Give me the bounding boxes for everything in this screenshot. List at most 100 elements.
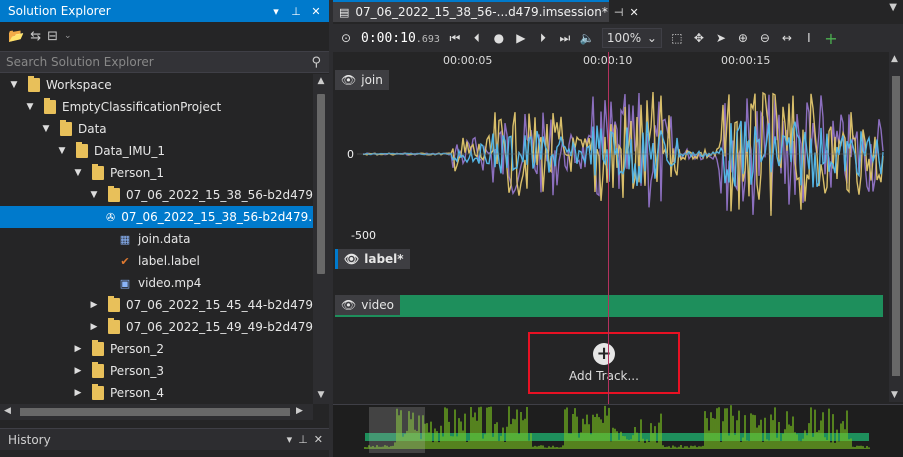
tree-item[interactable]: ▼ 07_06_2022_15_38_56-b2d479 (0, 184, 313, 206)
fit-height-icon[interactable]: I (802, 31, 816, 45)
eye-icon[interactable]: 👁 (341, 73, 356, 87)
close-icon[interactable]: ✕ (309, 5, 323, 18)
close-icon[interactable]: ✕ (314, 433, 323, 446)
tree-item[interactable]: ▶ 07_06_2022_15_49_49-b2d479 (0, 316, 313, 338)
toolbar-overflow-icon[interactable]: ⌄ (64, 31, 72, 41)
track-name: video (361, 298, 395, 312)
chevron-down-icon[interactable]: ▼ (40, 124, 52, 134)
eye-icon[interactable]: 👁 (344, 252, 359, 266)
search-box[interactable]: Search Solution Explorer ⚲ (0, 51, 329, 73)
chevron-down-icon[interactable]: ▼ (8, 80, 20, 90)
track-header-label[interactable]: 👁 label* (338, 249, 410, 269)
tree-item-label: Data_IMU_1 (94, 144, 165, 158)
chevron-right-icon[interactable]: ▶ (88, 322, 100, 332)
scroll-thumb[interactable] (20, 408, 290, 416)
play-icon[interactable]: ▶ (514, 31, 528, 45)
chevron-right-icon[interactable]: ▶ (72, 366, 84, 376)
tree-item[interactable]: ▶ Person_3 (0, 360, 313, 382)
video-track-bar[interactable] (335, 295, 883, 317)
stop-icon[interactable]: ● (492, 31, 506, 45)
app-window: Solution Explorer ▾ ⊥ ✕ 📂 ⇆ ⊟ ⌄ Search S… (0, 0, 903, 457)
zoom-select[interactable]: 100% ⌄ (601, 28, 662, 48)
scroll-down-icon[interactable]: ▼ (313, 390, 329, 400)
solution-explorer-title: Solution Explorer (8, 4, 111, 18)
zoom-in-icon[interactable]: ⊕ (736, 31, 750, 45)
history-titlebar: History ▾ ⊥ ✕ (0, 428, 329, 450)
tab-session[interactable]: ▤ 07_06_2022_15_38_56-...d479.imsession*… (333, 0, 639, 22)
tracks-area[interactable]: 👁 join 0 -500 👁 label* 👁 video + Add Tra… (333, 70, 889, 400)
step-forward-icon[interactable]: ⏵ (536, 31, 550, 46)
scroll-left-icon[interactable]: ◀ (4, 406, 11, 416)
tab-list-dropdown-icon[interactable]: ▼ (889, 2, 897, 13)
track-header-join[interactable]: 👁 join (335, 70, 389, 90)
close-icon[interactable]: ✕ (629, 6, 638, 19)
chevron-right-icon[interactable]: ▶ (88, 300, 100, 310)
tree-item[interactable]: ▣ video.mp4 (0, 272, 313, 294)
tree-item[interactable]: ▼ EmptyClassificationProject (0, 96, 313, 118)
tree-item[interactable]: ▼ Workspace (0, 74, 313, 96)
tree-item[interactable]: ▼ Data_IMU_1 (0, 140, 313, 162)
tree-item[interactable]: ▶ Person_2 (0, 338, 313, 360)
tree-item[interactable]: ▼ Data (0, 118, 313, 140)
search-input[interactable]: Search Solution Explorer (6, 55, 154, 69)
scroll-down-icon[interactable]: ▼ (891, 390, 898, 400)
label-track[interactable] (335, 249, 883, 269)
overview-viewport[interactable] (369, 407, 425, 453)
timeline-overview[interactable] (333, 404, 903, 457)
join-signal-plot (357, 91, 884, 216)
timeline-ruler[interactable]: 00:00:05 00:00:10 00:00:15 (333, 52, 889, 70)
pin-icon[interactable]: ⊥ (289, 5, 303, 18)
skip-back-icon[interactable]: ⏮ (448, 31, 462, 46)
chevron-right-icon[interactable]: ▶ (72, 388, 84, 398)
pin-icon[interactable]: ⊣ (614, 6, 624, 19)
volume-icon[interactable]: 🔈 (580, 31, 595, 45)
tab-title: 07_06_2022_15_38_56-...d479.imsession* (355, 5, 608, 19)
solution-explorer-titlebar: Solution Explorer ▾ ⊥ ✕ (0, 0, 329, 22)
chevron-down-icon[interactable]: ▼ (56, 146, 68, 156)
tree-item[interactable]: ✇ 07_06_2022_15_38_56-b2d479.imsession (0, 206, 313, 228)
dropdown-icon[interactable]: ▾ (269, 5, 283, 18)
tracks-vertical-scrollbar[interactable]: ▲ ▼ (889, 52, 903, 402)
chevron-down-icon[interactable]: ▼ (24, 102, 36, 112)
tree-item[interactable]: ▶ 07_06_2022_15_45_44-b2d479 (0, 294, 313, 316)
move-icon[interactable]: ✥ (692, 31, 706, 45)
y-zero-label: 0 (347, 148, 354, 161)
folder-icon (28, 76, 40, 92)
collapse-all-icon[interactable]: ⊟ (47, 29, 58, 44)
label-file-icon: ✔ (120, 254, 130, 268)
open-folder-icon[interactable]: 📂 (8, 29, 24, 44)
playhead-cursor[interactable] (608, 52, 609, 452)
tree-item[interactable]: ▼ Person_1 (0, 162, 313, 184)
scroll-right-icon[interactable]: ▶ (296, 406, 303, 416)
track-header-video[interactable]: 👁 video (335, 295, 401, 315)
skip-forward-icon[interactable]: ⏭ (558, 31, 572, 46)
chevron-right-icon[interactable]: ▶ (72, 344, 84, 354)
tree-horizontal-scrollbar[interactable]: ◀ ▶ (0, 404, 313, 420)
ruler-label: 00:00:15 (721, 54, 771, 67)
scroll-up-icon[interactable]: ▲ (313, 76, 329, 86)
scroll-thumb[interactable] (317, 94, 325, 274)
chevron-down-icon[interactable]: ▼ (88, 190, 100, 200)
tree-item[interactable]: ▶ Person_4 (0, 382, 313, 404)
scroll-thumb[interactable] (892, 76, 900, 376)
chevron-down-icon[interactable]: ▼ (72, 168, 84, 178)
fit-width-icon[interactable]: ↔ (780, 31, 794, 45)
sync-icon[interactable]: ⇆ (30, 29, 41, 44)
dropdown-icon[interactable]: ▾ (287, 433, 293, 446)
add-icon[interactable]: + (824, 29, 838, 48)
pin-icon[interactable]: ⊥ (298, 433, 308, 446)
collapse-circle-icon[interactable]: ⊙ (339, 31, 353, 45)
tree-item[interactable]: ▦ join.data (0, 228, 313, 250)
add-track-button[interactable]: + Add Track... (528, 332, 680, 394)
eye-icon[interactable]: 👁 (341, 298, 356, 312)
tree-vertical-scrollbar[interactable]: ▲ ▼ (313, 74, 329, 404)
tree-item[interactable]: ✔ label.label (0, 250, 313, 272)
region-select-icon[interactable]: ⬚ (670, 31, 684, 45)
tree-item-label: Workspace (46, 78, 112, 92)
step-back-icon[interactable]: ⏴ (470, 31, 484, 46)
search-icon[interactable]: ⚲ (311, 55, 321, 70)
solution-explorer-panel: Solution Explorer ▾ ⊥ ✕ 📂 ⇆ ⊟ ⌄ Search S… (0, 0, 329, 457)
zoom-out-icon[interactable]: ⊖ (758, 31, 772, 45)
pointer-icon[interactable]: ➤ (714, 31, 728, 45)
scroll-up-icon[interactable]: ▲ (891, 54, 898, 64)
